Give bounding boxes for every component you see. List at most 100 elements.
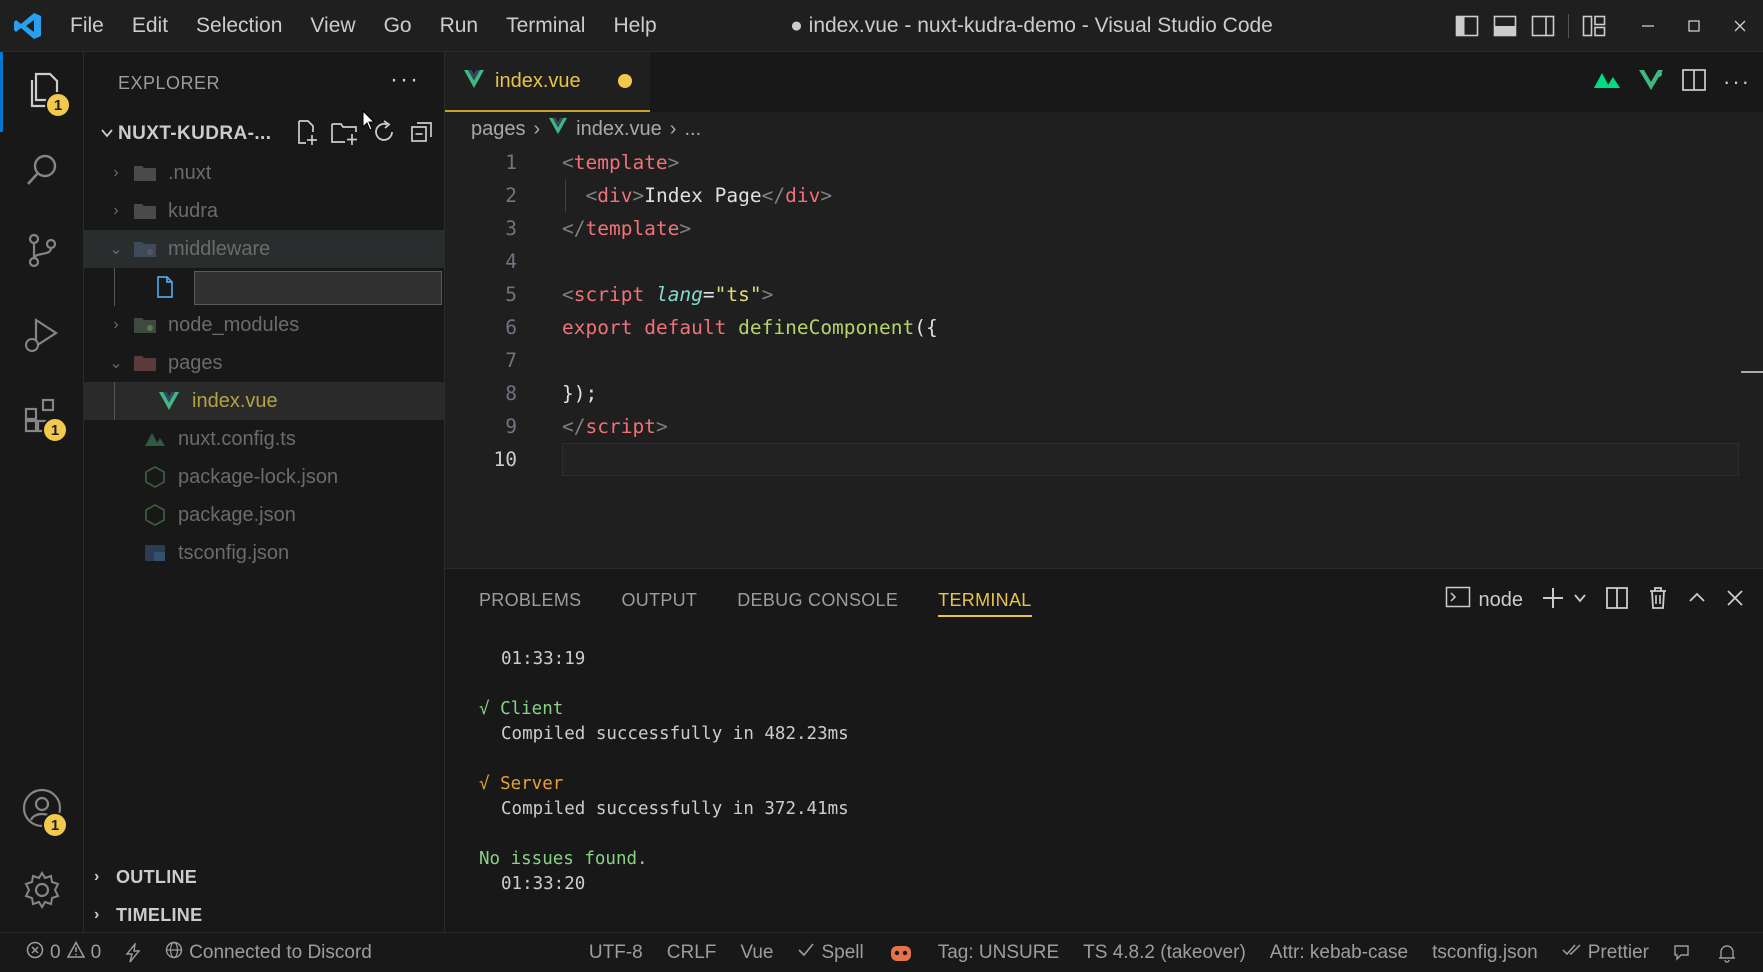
- tree-item-label: kudra: [168, 199, 219, 222]
- run-debug-activity[interactable]: [0, 297, 84, 377]
- code-line: 1 <template>: [445, 146, 1763, 179]
- toggle-secondary-sidebar-icon[interactable]: [1524, 0, 1562, 52]
- nuxt-file-icon: [142, 428, 168, 450]
- tree-item-middleware-folder[interactable]: ⌄ middleware: [84, 230, 444, 268]
- more-actions-icon[interactable]: ···: [390, 66, 420, 94]
- menu-run[interactable]: Run: [426, 0, 493, 52]
- tag-status[interactable]: Tag: UNSURE: [926, 933, 1071, 972]
- close-panel-icon[interactable]: [1725, 588, 1745, 613]
- bottom-panel: PROBLEMS OUTPUT DEBUG CONSOLE TERMINAL n…: [445, 568, 1763, 932]
- tree-item-index-vue[interactable]: index.vue: [84, 382, 444, 420]
- tree-item-nuxt-config[interactable]: nuxt.config.ts: [84, 420, 444, 458]
- menu-help[interactable]: Help: [599, 0, 670, 52]
- menu-go[interactable]: Go: [370, 0, 426, 52]
- language-status[interactable]: Vue: [728, 933, 785, 972]
- tab-index-vue[interactable]: index.vue: [445, 52, 650, 112]
- breadcrumb-symbol[interactable]: ...: [684, 118, 701, 141]
- new-file-name-input[interactable]: [194, 271, 442, 305]
- copilot-icon[interactable]: [876, 933, 926, 972]
- maximize-panel-icon[interactable]: [1687, 588, 1707, 613]
- tree-item-tsconfig[interactable]: tsconfig.json: [84, 534, 444, 572]
- split-terminal-icon[interactable]: [1605, 586, 1629, 615]
- discord-status[interactable]: Connected to Discord: [153, 933, 384, 972]
- breadcrumb: pages › index.vue › ...: [445, 112, 1763, 146]
- tree-item-nuxt-folder[interactable]: › .nuxt: [84, 154, 444, 192]
- vue-devtools-icon[interactable]: [1637, 68, 1665, 97]
- code-editor[interactable]: 1 <template> 2 <div>Index Page</div> 3 <…: [445, 146, 1763, 476]
- spell-label: Spell: [821, 941, 864, 963]
- lightning-icon[interactable]: [113, 933, 153, 972]
- tree-item-pages-folder[interactable]: ⌄ pages: [84, 344, 444, 382]
- more-actions-icon[interactable]: ···: [1723, 69, 1751, 95]
- unsaved-dot-icon[interactable]: [618, 74, 632, 88]
- new-file-icon[interactable]: [292, 118, 320, 151]
- tsconfig-status[interactable]: tsconfig.json: [1420, 933, 1550, 972]
- source-control-activity[interactable]: [0, 212, 84, 292]
- nuxt-icon[interactable]: [1593, 70, 1621, 95]
- code-text: });: [562, 382, 598, 405]
- ts-version-status[interactable]: TS 4.8.2 (takeover): [1071, 933, 1258, 972]
- outline-section[interactable]: › OUTLINE: [84, 858, 445, 896]
- line-number: 1: [505, 151, 517, 174]
- tree-item-label: package.json: [178, 503, 296, 526]
- encoding-status[interactable]: UTF-8: [577, 933, 655, 972]
- menu-view[interactable]: View: [296, 0, 369, 52]
- terminal-selector[interactable]: node: [1445, 586, 1523, 614]
- discord-label: Connected to Discord: [189, 941, 372, 963]
- menu-edit[interactable]: Edit: [118, 0, 182, 52]
- workspace-folder-header[interactable]: NUXT-KUDRA-...: [84, 114, 444, 154]
- line-number: 3: [505, 217, 517, 240]
- manage-activity[interactable]: [0, 852, 84, 932]
- toggle-panel-icon[interactable]: [1486, 0, 1524, 52]
- bell-icon[interactable]: [1705, 933, 1763, 972]
- chevron-right-icon: ›: [669, 117, 677, 140]
- chevron-right-icon: ›: [94, 906, 100, 923]
- outline-title: OUTLINE: [116, 866, 198, 887]
- toggle-primary-sidebar-icon[interactable]: [1448, 0, 1486, 52]
- breadcrumb-pages[interactable]: pages: [471, 118, 526, 141]
- tree-item-label: .nuxt: [168, 161, 212, 184]
- extensions-activity[interactable]: 1: [0, 377, 84, 457]
- tree-item-label: node_modules: [168, 313, 300, 336]
- spell-status[interactable]: Spell: [785, 933, 875, 972]
- chevron-down-icon[interactable]: [1573, 591, 1587, 610]
- line-number: 4: [505, 250, 517, 273]
- tree-item-node-modules-folder[interactable]: › node_modules: [84, 306, 444, 344]
- customize-layout-icon[interactable]: [1575, 0, 1613, 52]
- collapse-all-icon[interactable]: [408, 118, 436, 151]
- problems-status[interactable]: 0 0: [0, 933, 113, 972]
- new-terminal-icon[interactable]: [1541, 586, 1565, 615]
- tree-item-kudra-folder[interactable]: › kudra: [84, 192, 444, 230]
- editor-actions: ···: [1593, 52, 1751, 112]
- menu-file[interactable]: File: [56, 0, 118, 52]
- new-folder-icon[interactable]: [330, 118, 360, 151]
- tab-terminal[interactable]: TERMINAL: [938, 569, 1033, 631]
- menu-selection[interactable]: Selection: [182, 0, 296, 52]
- panel-tabs: PROBLEMS OUTPUT DEBUG CONSOLE TERMINAL n…: [445, 569, 1763, 631]
- breadcrumb-file[interactable]: index.vue: [576, 118, 662, 141]
- tab-debug-console[interactable]: DEBUG CONSOLE: [737, 569, 898, 631]
- prettier-status[interactable]: Prettier: [1550, 933, 1661, 972]
- split-editor-icon[interactable]: [1681, 68, 1707, 97]
- error-icon: [26, 941, 44, 965]
- maximize-button[interactable]: [1671, 0, 1717, 52]
- close-button[interactable]: [1717, 0, 1763, 52]
- timeline-section[interactable]: › TIMELINE: [84, 896, 445, 934]
- code-text: <template>: [562, 151, 680, 174]
- eol-status[interactable]: CRLF: [655, 933, 729, 972]
- trash-icon[interactable]: [1647, 586, 1669, 615]
- minimize-button[interactable]: [1625, 0, 1671, 52]
- chevron-right-icon: ›: [113, 164, 119, 181]
- tab-output[interactable]: OUTPUT: [621, 569, 697, 631]
- menu-terminal[interactable]: Terminal: [492, 0, 599, 52]
- tree-item-package-json[interactable]: package.json: [84, 496, 444, 534]
- tab-problems[interactable]: PROBLEMS: [479, 569, 581, 631]
- feedback-icon[interactable]: [1661, 933, 1705, 972]
- explorer-activity[interactable]: 1: [0, 52, 84, 132]
- search-activity[interactable]: [0, 132, 84, 212]
- vue-file-icon: [463, 69, 485, 94]
- tree-item-package-lock[interactable]: package-lock.json: [84, 458, 444, 496]
- accounts-activity[interactable]: 1: [0, 770, 84, 850]
- attr-status[interactable]: Attr: kebab-case: [1258, 933, 1420, 972]
- gear-icon: [22, 870, 62, 915]
